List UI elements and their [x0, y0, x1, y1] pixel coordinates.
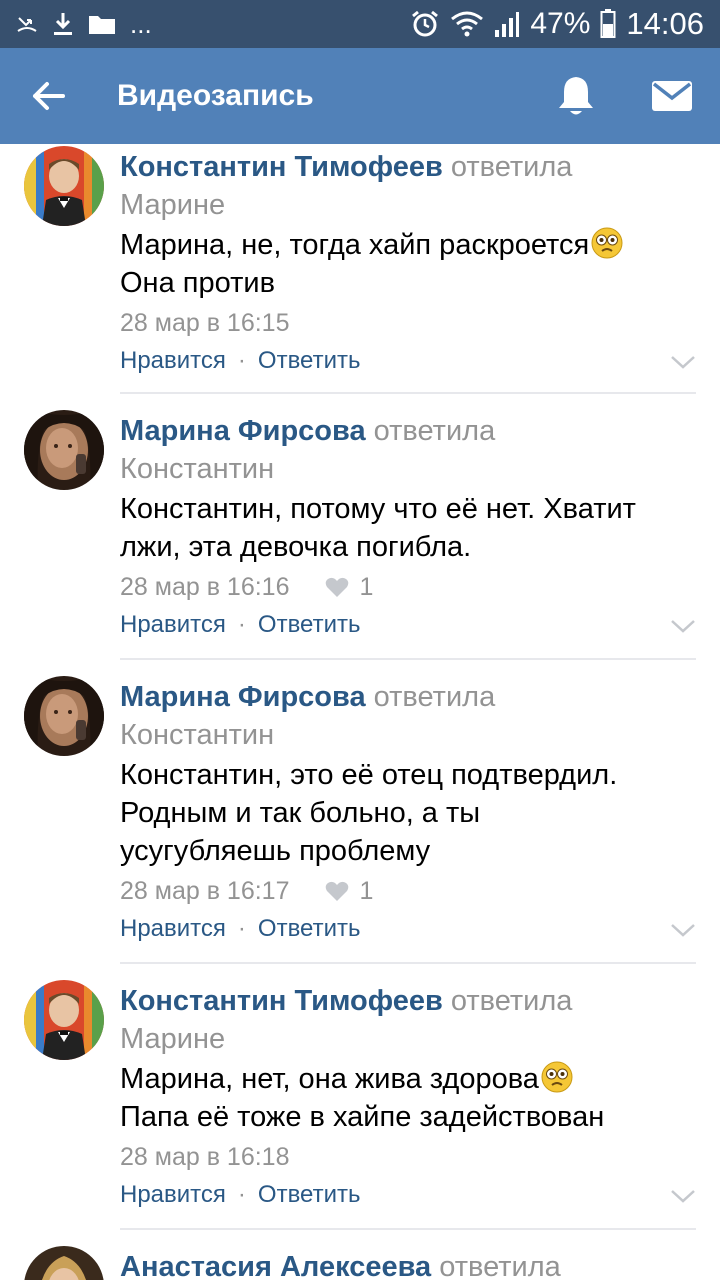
- comment-text: Марина, нет, она жива здорова Папа её тож…: [120, 1061, 605, 1133]
- reply-button[interactable]: Ответить: [258, 344, 361, 378]
- like-button[interactable]: Нравится: [120, 912, 226, 946]
- flushed-emoji-icon: [591, 227, 623, 259]
- comment-date: 28 мар в 16:16: [120, 573, 290, 601]
- divider: [120, 1228, 696, 1230]
- comment-text: Константин, это её отец подтвердил. Родны…: [120, 759, 618, 867]
- comment-author[interactable]: Марина Фирсова: [120, 681, 366, 713]
- comment-item: Константин Тимофеев ответила Марине Мари…: [0, 980, 720, 1230]
- comment-verb: ответила: [450, 151, 573, 183]
- chevron-down-icon[interactable]: [670, 354, 696, 370]
- comment-body: Константин Тимофеев ответила Марине Мари…: [120, 148, 700, 378]
- notifications-button[interactable]: [548, 68, 604, 124]
- like-button[interactable]: Нравится: [120, 1178, 226, 1212]
- comment-author[interactable]: Константин Тимофеев: [120, 985, 443, 1017]
- reply-button[interactable]: Ответить: [258, 1178, 361, 1212]
- wifi-icon: [451, 11, 484, 37]
- comment-date: 28 мар в 16:18: [120, 1143, 290, 1171]
- like-button[interactable]: Нравится: [120, 608, 226, 642]
- comment-verb: ответила: [373, 415, 496, 447]
- divider: [120, 962, 696, 964]
- comment-verb: ответила: [439, 1251, 561, 1280]
- comment-item: Константин Тимофеев ответила Марине Мари…: [0, 144, 720, 394]
- comment-body: Марина Фирсова ответила Константин Конст…: [120, 412, 700, 642]
- status-left-icons: ...: [16, 8, 152, 40]
- comment-item: Анастасия Алексеева ответила: [0, 1246, 720, 1280]
- bell-icon: [559, 77, 593, 115]
- comment-body: Анастасия Алексеева ответила: [120, 1248, 700, 1280]
- clock: 14:06: [626, 6, 704, 41]
- comment-addressee: Марине: [120, 189, 226, 221]
- missed-call-icon: [17, 17, 37, 32]
- comment-author[interactable]: Константин Тимофеев: [120, 151, 443, 183]
- comment-addressee: Константин: [120, 719, 275, 751]
- comment-body: Марина Фирсова ответила Константин Конст…: [120, 678, 700, 946]
- page-title: Видеозапись: [117, 79, 314, 112]
- divider: [120, 658, 696, 660]
- reply-button[interactable]: Ответить: [258, 608, 361, 642]
- status-right-icons: 47% 14:06: [410, 6, 704, 42]
- back-button[interactable]: [20, 70, 76, 122]
- heart-icon: [326, 881, 349, 901]
- comment-text: Константин, потому что её нет. Хватит лжи…: [120, 493, 636, 563]
- flushed-emoji-icon: [541, 1061, 573, 1093]
- chevron-down-icon[interactable]: [670, 618, 696, 634]
- heart-icon: [326, 577, 349, 597]
- alarm-icon: [412, 10, 439, 37]
- comment-verb: ответила: [450, 985, 573, 1017]
- avatar[interactable]: [24, 1246, 104, 1280]
- battery-icon: [600, 9, 616, 38]
- signal-icon: [495, 12, 520, 37]
- more-indicator: ...: [130, 8, 152, 39]
- comment-item: Марина Фирсова ответила Константин Конст…: [0, 410, 720, 660]
- avatar[interactable]: [24, 676, 104, 756]
- folder-icon: [89, 16, 115, 34]
- avatar[interactable]: [24, 146, 104, 226]
- comment-addressee: Константин: [120, 453, 275, 485]
- comment-item: Марина Фирсова ответила Константин Конст…: [0, 676, 720, 964]
- chevron-down-icon[interactable]: [670, 1188, 696, 1204]
- status-bar: ... 47% 14:06: [0, 0, 720, 48]
- comment-date: 28 мар в 16:17: [120, 877, 290, 905]
- comment-author[interactable]: Марина Фирсова: [120, 415, 366, 447]
- comment-author[interactable]: Анастасия Алексеева: [120, 1251, 431, 1280]
- comment-verb: ответила: [373, 681, 496, 713]
- app-bar: Видеозапись: [0, 48, 720, 144]
- like-count: 1: [325, 874, 373, 908]
- like-button[interactable]: Нравится: [120, 344, 226, 378]
- comment-addressee: Марине: [120, 1023, 226, 1055]
- comment-text: Марина, не, тогда хайп раскроется Она про…: [120, 226, 700, 302]
- avatar[interactable]: [24, 980, 104, 1060]
- download-icon: [54, 13, 72, 35]
- chevron-down-icon[interactable]: [670, 922, 696, 938]
- battery-percent: 47%: [530, 7, 591, 40]
- comment-date: 28 мар в 16:15: [120, 309, 290, 337]
- reply-button[interactable]: Ответить: [258, 912, 361, 946]
- mail-icon: [652, 81, 692, 111]
- messages-button[interactable]: [644, 68, 700, 124]
- divider: [120, 392, 696, 394]
- avatar[interactable]: [24, 410, 104, 490]
- comment-body: Константин Тимофеев ответила Марине Мари…: [120, 982, 700, 1212]
- like-count: 1: [325, 570, 373, 604]
- back-arrow-icon: [33, 82, 65, 110]
